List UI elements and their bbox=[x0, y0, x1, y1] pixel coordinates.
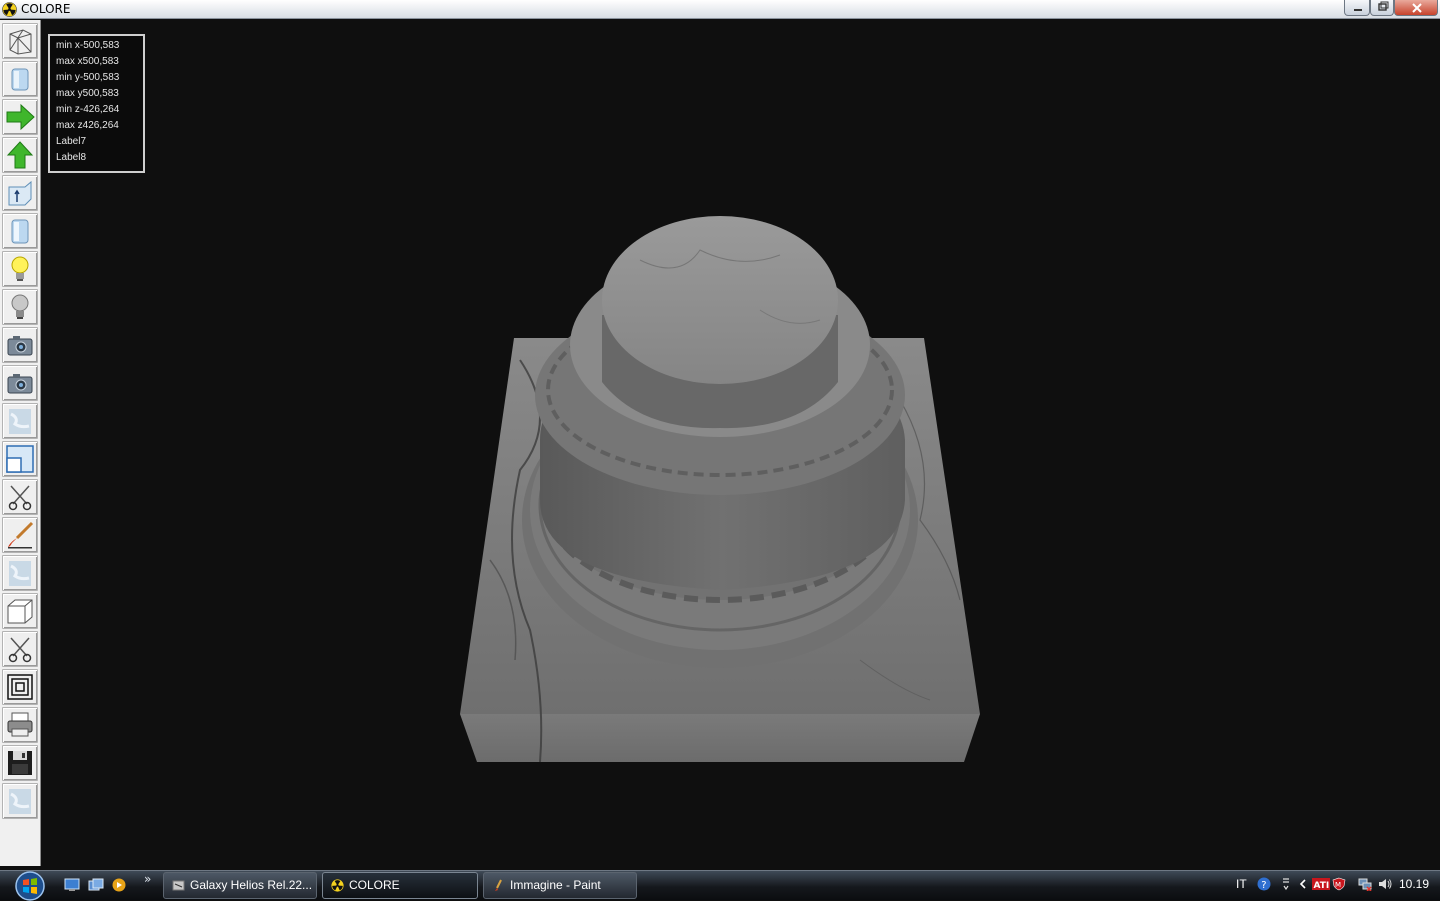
yellow-bulb-icon bbox=[11, 256, 29, 281]
radiation-icon bbox=[2, 2, 17, 17]
min-x-label: min x-500,583 bbox=[56, 40, 120, 51]
task-label: Immagine - Paint bbox=[510, 878, 601, 892]
plinth-front-face bbox=[460, 714, 980, 762]
frames-tool-button[interactable] bbox=[2, 669, 38, 705]
restore-icon bbox=[1378, 1, 1389, 11]
camera-icon bbox=[7, 336, 33, 356]
box-icon bbox=[7, 599, 33, 624]
window-icon bbox=[6, 445, 34, 473]
paint-icon bbox=[495, 879, 502, 891]
cut-tool-button[interactable] bbox=[2, 479, 38, 515]
window-tool-button[interactable] bbox=[2, 441, 38, 477]
help-icon[interactable]: ? bbox=[1257, 877, 1271, 891]
task-paint[interactable]: Immagine - Paint bbox=[483, 872, 637, 899]
minimize-icon bbox=[1354, 9, 1362, 11]
close-icon bbox=[1412, 3, 1422, 13]
switch-windows-icon[interactable] bbox=[88, 878, 104, 892]
label7: Label7 bbox=[56, 136, 87, 147]
light-cylinder-tool-button[interactable] bbox=[2, 213, 38, 249]
quicklaunch-chevron[interactable]: » bbox=[144, 872, 151, 886]
max-z-label: max z426,264 bbox=[56, 120, 119, 131]
min-z-label: min z-426,264 bbox=[56, 104, 120, 115]
green-up-arrow-icon bbox=[6, 141, 34, 169]
texture-tool-button[interactable] bbox=[2, 403, 38, 439]
language-indicator[interactable]: IT bbox=[1236, 877, 1247, 891]
cube-axis-icon bbox=[8, 180, 32, 206]
close-button[interactable] bbox=[1394, 0, 1438, 16]
3d-viewport[interactable] bbox=[41, 20, 1440, 866]
min-y-label: min y-500,583 bbox=[56, 72, 120, 83]
green-right-arrow-icon bbox=[6, 103, 35, 131]
cylinder-icon bbox=[11, 219, 29, 244]
axis-tool-button[interactable] bbox=[2, 175, 38, 211]
svg-text:ATI: ATI bbox=[1314, 881, 1330, 891]
start-button[interactable] bbox=[10, 871, 50, 901]
scissors-icon bbox=[8, 485, 32, 511]
wireframe-tool-button[interactable] bbox=[2, 23, 38, 59]
task-galaxy-helios[interactable]: Galaxy Helios Rel.22... bbox=[163, 872, 317, 899]
texture-2-tool-button[interactable] bbox=[2, 555, 38, 591]
media-player-icon[interactable] bbox=[111, 878, 127, 892]
max-x-label: max x500,583 bbox=[56, 56, 119, 67]
floppy-icon bbox=[8, 751, 32, 775]
clock[interactable]: 10.19 bbox=[1399, 877, 1429, 891]
solid-view-tool-button[interactable] bbox=[2, 61, 38, 97]
save-tool-button[interactable] bbox=[2, 745, 38, 781]
chevron-left-icon[interactable] bbox=[1296, 877, 1310, 891]
network-icon[interactable] bbox=[1358, 877, 1372, 891]
print-tool-button[interactable] bbox=[2, 707, 38, 743]
texture-icon bbox=[9, 789, 31, 814]
printer-icon bbox=[7, 712, 33, 737]
cut-2-tool-button[interactable] bbox=[2, 631, 38, 667]
paint-tool-button[interactable] bbox=[2, 517, 38, 553]
task-colore[interactable]: COLORE bbox=[322, 872, 478, 899]
box-tool-button[interactable] bbox=[2, 593, 38, 629]
camera-icon bbox=[7, 374, 33, 394]
radiation-icon bbox=[331, 879, 344, 892]
show-desktop-icon[interactable] bbox=[64, 878, 80, 892]
brush-icon bbox=[8, 521, 34, 549]
left-toolbar bbox=[0, 20, 41, 866]
light-on-tool-button[interactable] bbox=[2, 251, 38, 287]
scissors-icon bbox=[8, 637, 32, 663]
volume-icon[interactable] bbox=[1378, 877, 1392, 891]
texture-3-tool-button[interactable] bbox=[2, 783, 38, 819]
marble-column-base-render[interactable] bbox=[41, 20, 1440, 866]
label8: Label8 bbox=[56, 152, 87, 163]
bounds-info-panel: min x-500,583 max x500,583 min y-500,583… bbox=[48, 34, 145, 173]
restore-button[interactable] bbox=[1370, 0, 1394, 16]
grey-bulb-icon bbox=[11, 294, 29, 319]
move-right-tool-button[interactable] bbox=[2, 99, 38, 135]
minimize-button[interactable] bbox=[1344, 0, 1370, 16]
top-cylinder-cap bbox=[602, 216, 838, 384]
ati-icon[interactable]: ATI bbox=[1312, 877, 1330, 891]
title-bar[interactable]: COLORE bbox=[0, 0, 1440, 19]
light-off-tool-button[interactable] bbox=[2, 289, 38, 325]
task-label: COLORE bbox=[349, 878, 400, 892]
nested-squares-icon bbox=[7, 674, 33, 700]
texture-icon bbox=[9, 409, 31, 434]
window-title: COLORE bbox=[21, 2, 71, 16]
svg-text:?: ? bbox=[1261, 880, 1266, 891]
move-up-tool-button[interactable] bbox=[2, 137, 38, 173]
wireframe-icon bbox=[9, 29, 32, 55]
svg-text:M: M bbox=[1335, 881, 1341, 889]
cylinder-icon bbox=[11, 68, 29, 91]
texture-icon bbox=[9, 561, 31, 586]
camera-tool-button[interactable] bbox=[2, 327, 38, 363]
expand-tray-icon[interactable] bbox=[1279, 877, 1293, 891]
task-label: Galaxy Helios Rel.22... bbox=[190, 878, 313, 892]
mcafee-shield-icon[interactable]: M bbox=[1332, 877, 1346, 891]
max-y-label: max y500,583 bbox=[56, 88, 119, 99]
camera-2-tool-button[interactable] bbox=[2, 365, 38, 401]
app-icon bbox=[172, 880, 185, 891]
